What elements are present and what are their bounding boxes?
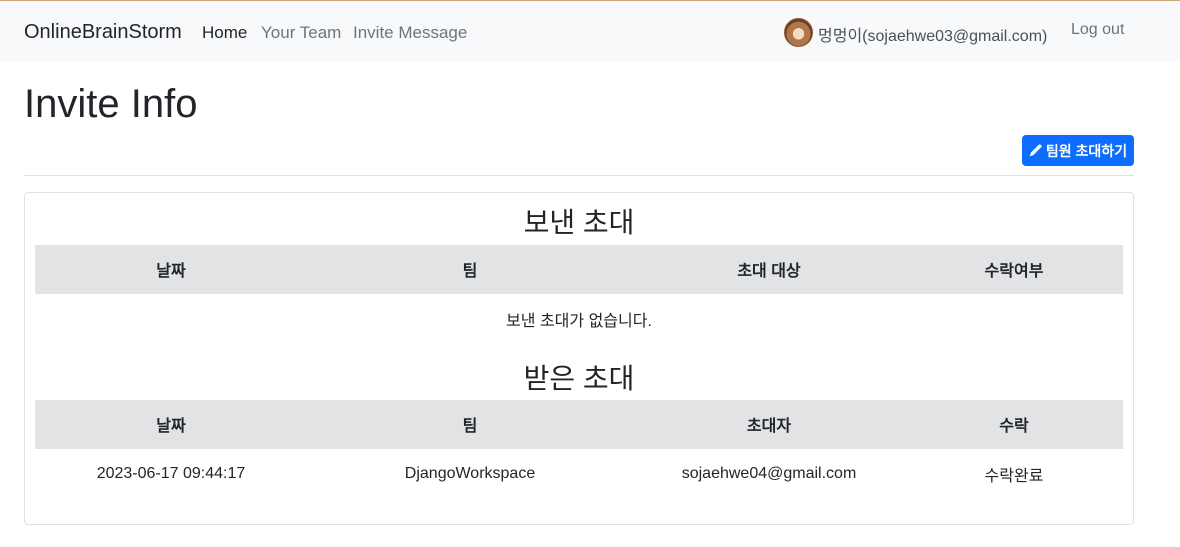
logout-link[interactable]: Log out [1071, 21, 1124, 39]
column-header: 초대자 [633, 400, 905, 450]
nav-home[interactable]: Home [202, 23, 247, 43]
invite-team: DjangoWorkspace [404, 464, 536, 482]
accept-status: 수락완료 [984, 467, 1044, 485]
inviter-email: sojaehwe04@gmail.com [681, 464, 857, 482]
divider [24, 175, 1134, 176]
avatar [784, 18, 813, 47]
invite-date: 2023-06-17 09:44:17 [96, 464, 246, 482]
received-invites-table: 날짜 팀 초대자 수락 2023-06-17 09:44:17 DjangoWo… [35, 400, 1123, 498]
table-header-row: 날짜 팀 초대 대상 수락여부 [35, 245, 1123, 295]
page-title: Invite Info [24, 82, 198, 126]
invite-member-button[interactable]: 팀원 초대하기 [1022, 135, 1134, 166]
empty-message: 보낸 초대가 없습니다. [506, 312, 652, 330]
invite-member-label: 팀원 초대하기 [1045, 142, 1128, 159]
user-label: 멍멍이(sojaehwe03@gmail.com) [818, 28, 1048, 45]
invite-card: 보낸 초대 날짜 팀 초대 대상 수락여부 보낸 초대가 없습니다. 받은 초대… [24, 192, 1134, 525]
column-header: 날짜 [35, 400, 307, 450]
brand-logo[interactable]: OnlineBrainStorm [24, 21, 182, 44]
column-header: 수락여부 [905, 245, 1123, 295]
navbar: OnlineBrainStorm Home Your Team Invite M… [0, 1, 1180, 62]
received-invites-title: 받은 초대 [523, 363, 635, 394]
sent-invites-title: 보낸 초대 [523, 207, 635, 238]
table-header-row: 날짜 팀 초대자 수락 [35, 400, 1123, 450]
table-row: 보낸 초대가 없습니다. [35, 294, 1123, 343]
sent-invites-table: 날짜 팀 초대 대상 수락여부 보낸 초대가 없습니다. [35, 245, 1123, 343]
column-header: 초대 대상 [633, 245, 905, 295]
pencil-icon [1029, 144, 1042, 157]
nav-your-team[interactable]: Your Team [261, 23, 341, 43]
column-header: 날짜 [35, 245, 307, 295]
nav-invite-message[interactable]: Invite Message [353, 23, 467, 43]
table-row: 2023-06-17 09:44:17 DjangoWorkspace soja… [35, 449, 1123, 498]
column-header: 팀 [307, 400, 633, 450]
column-header: 팀 [307, 245, 633, 295]
column-header: 수락 [905, 400, 1123, 450]
